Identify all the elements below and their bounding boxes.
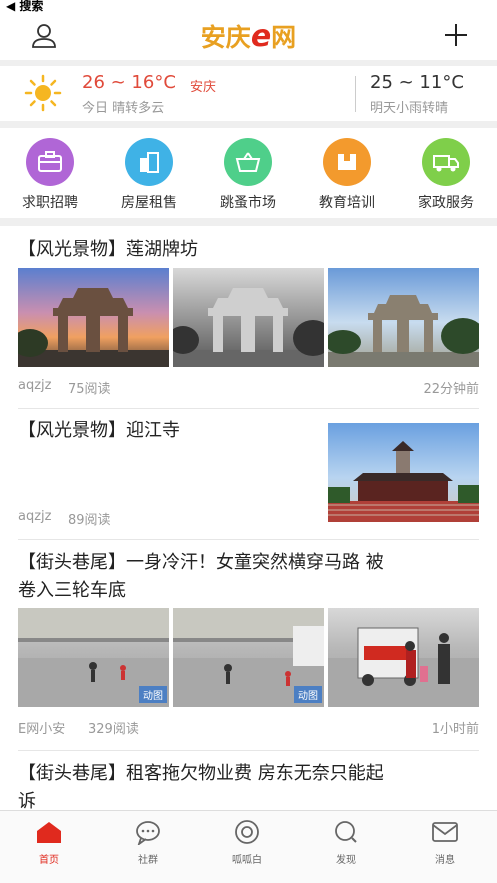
app-header: 安庆e网	[0, 12, 497, 60]
briefcase-icon	[26, 138, 74, 186]
book-icon	[323, 138, 371, 186]
tab-label: 消息	[435, 855, 455, 866]
tab-label: 社群	[138, 855, 158, 866]
home-icon	[37, 822, 61, 843]
category-education[interactable]: 教育培训	[307, 138, 387, 212]
news-title-line: 卷入三轮车底	[18, 580, 126, 601]
news-reads: 75阅读	[68, 382, 111, 397]
news-reads: 89阅读	[68, 513, 111, 528]
tab-discover[interactable]: 发现	[311, 819, 381, 866]
tab-guaguabai[interactable]: 呱呱白	[212, 819, 282, 866]
news-item[interactable]: 【风光景物】莲湖牌坊 aqzjz 75阅读 22分钟前	[0, 226, 497, 408]
chat-icon	[136, 821, 160, 847]
news-time: 1小时前	[431, 722, 479, 737]
tab-label: 发现	[336, 855, 356, 866]
category-label: 家政服务	[418, 195, 474, 211]
news-image	[173, 268, 324, 367]
search-icon	[335, 821, 357, 843]
news-image: 动图	[173, 608, 324, 707]
mail-icon	[432, 822, 458, 842]
news-author: aqzjz	[18, 509, 52, 524]
news-image	[328, 268, 479, 367]
news-title-line: 【街头巷尾】一身冷汗！女童突然横穿马路 被	[18, 552, 384, 573]
tab-messages[interactable]: 消息	[410, 819, 480, 866]
news-item[interactable]: 【风光景物】迎江寺 aqzjz 89阅读	[0, 409, 497, 539]
weather-panel[interactable]: 26 ~ 16°C 安庆 今日 晴转多云 25 ~ 11°C 明天小雨转晴	[0, 66, 497, 120]
news-image	[18, 268, 169, 367]
category-housing[interactable]: 房屋租售	[109, 138, 189, 212]
weather-city: 安庆	[190, 80, 217, 95]
news-title: 【风光景物】莲湖牌坊	[18, 239, 198, 260]
news-title: 【街头巷尾】租客拖欠物业费 房东无奈只能起 诉	[18, 760, 479, 816]
plus-icon[interactable]	[443, 22, 469, 48]
sun-icon	[24, 74, 62, 112]
category-label: 求职招聘	[22, 195, 78, 211]
news-image: 动图	[18, 608, 169, 707]
category-label: 房屋租售	[121, 195, 177, 211]
category-label: 跳蚤市场	[220, 195, 276, 211]
status-bar: ◀ 搜索	[0, 0, 497, 13]
category-home-service[interactable]: 家政服务	[406, 138, 486, 212]
news-title: 【街头巷尾】一身冷汗！女童突然横穿马路 被 卷入三轮车底	[18, 549, 479, 605]
logo-text-tail: 网	[271, 23, 297, 52]
news-reads: 329阅读	[88, 722, 139, 737]
bottom-tab-bar: 首页 社群 呱呱白 发现 消息	[0, 810, 497, 883]
app-screen: ◀ 搜索 安庆e网 26 ~ 16°C 安庆 今日 晴转多云 25 ~ 11°C…	[0, 0, 497, 883]
section-divider	[0, 121, 497, 128]
section-divider	[0, 218, 497, 226]
logo-text-e: e	[250, 19, 272, 54]
tomorrow-condition: 明天小雨转晴	[370, 101, 449, 116]
news-title-line: 【街头巷尾】租客拖欠物业费 房东无奈只能起	[18, 763, 384, 784]
news-author: aqzjz	[18, 378, 52, 393]
news-author: E网小安	[18, 722, 66, 737]
news-image	[328, 608, 479, 707]
basket-icon	[224, 138, 272, 186]
building-icon	[125, 138, 173, 186]
category-label: 教育培训	[319, 195, 375, 211]
category-jobs[interactable]: 求职招聘	[10, 138, 90, 212]
logo-text-main: 安庆	[200, 23, 251, 52]
app-logo: 安庆e网	[0, 18, 497, 54]
animated-badge: 动图	[294, 686, 322, 703]
truck-icon	[422, 138, 470, 186]
category-flea-market[interactable]: 跳蚤市场	[208, 138, 288, 212]
tab-community[interactable]: 社群	[113, 819, 183, 866]
circle-icon	[235, 820, 259, 844]
tab-home[interactable]: 首页	[14, 819, 84, 866]
news-time: 22分钟前	[423, 382, 479, 397]
category-grid: 求职招聘 房屋租售 跳蚤市场 教育培训 家政服务	[0, 128, 497, 218]
news-image	[328, 423, 479, 522]
news-item[interactable]: 【街头巷尾】一身冷汗！女童突然横穿马路 被 卷入三轮车底 动图 动图 E网小安 …	[0, 540, 497, 750]
tomorrow-temperature: 25 ~ 11°C	[370, 72, 464, 93]
news-title: 【风光景物】迎江寺	[18, 420, 180, 441]
animated-badge: 动图	[139, 686, 167, 703]
news-item[interactable]: 【街头巷尾】租客拖欠物业费 房东无奈只能起 诉	[0, 751, 497, 812]
weather-divider	[355, 76, 356, 112]
today-condition: 今日 晴转多云	[82, 101, 165, 116]
today-temperature: 26 ~ 16°C	[82, 72, 176, 93]
tab-label: 首页	[39, 855, 59, 866]
tab-label: 呱呱白	[232, 855, 262, 866]
